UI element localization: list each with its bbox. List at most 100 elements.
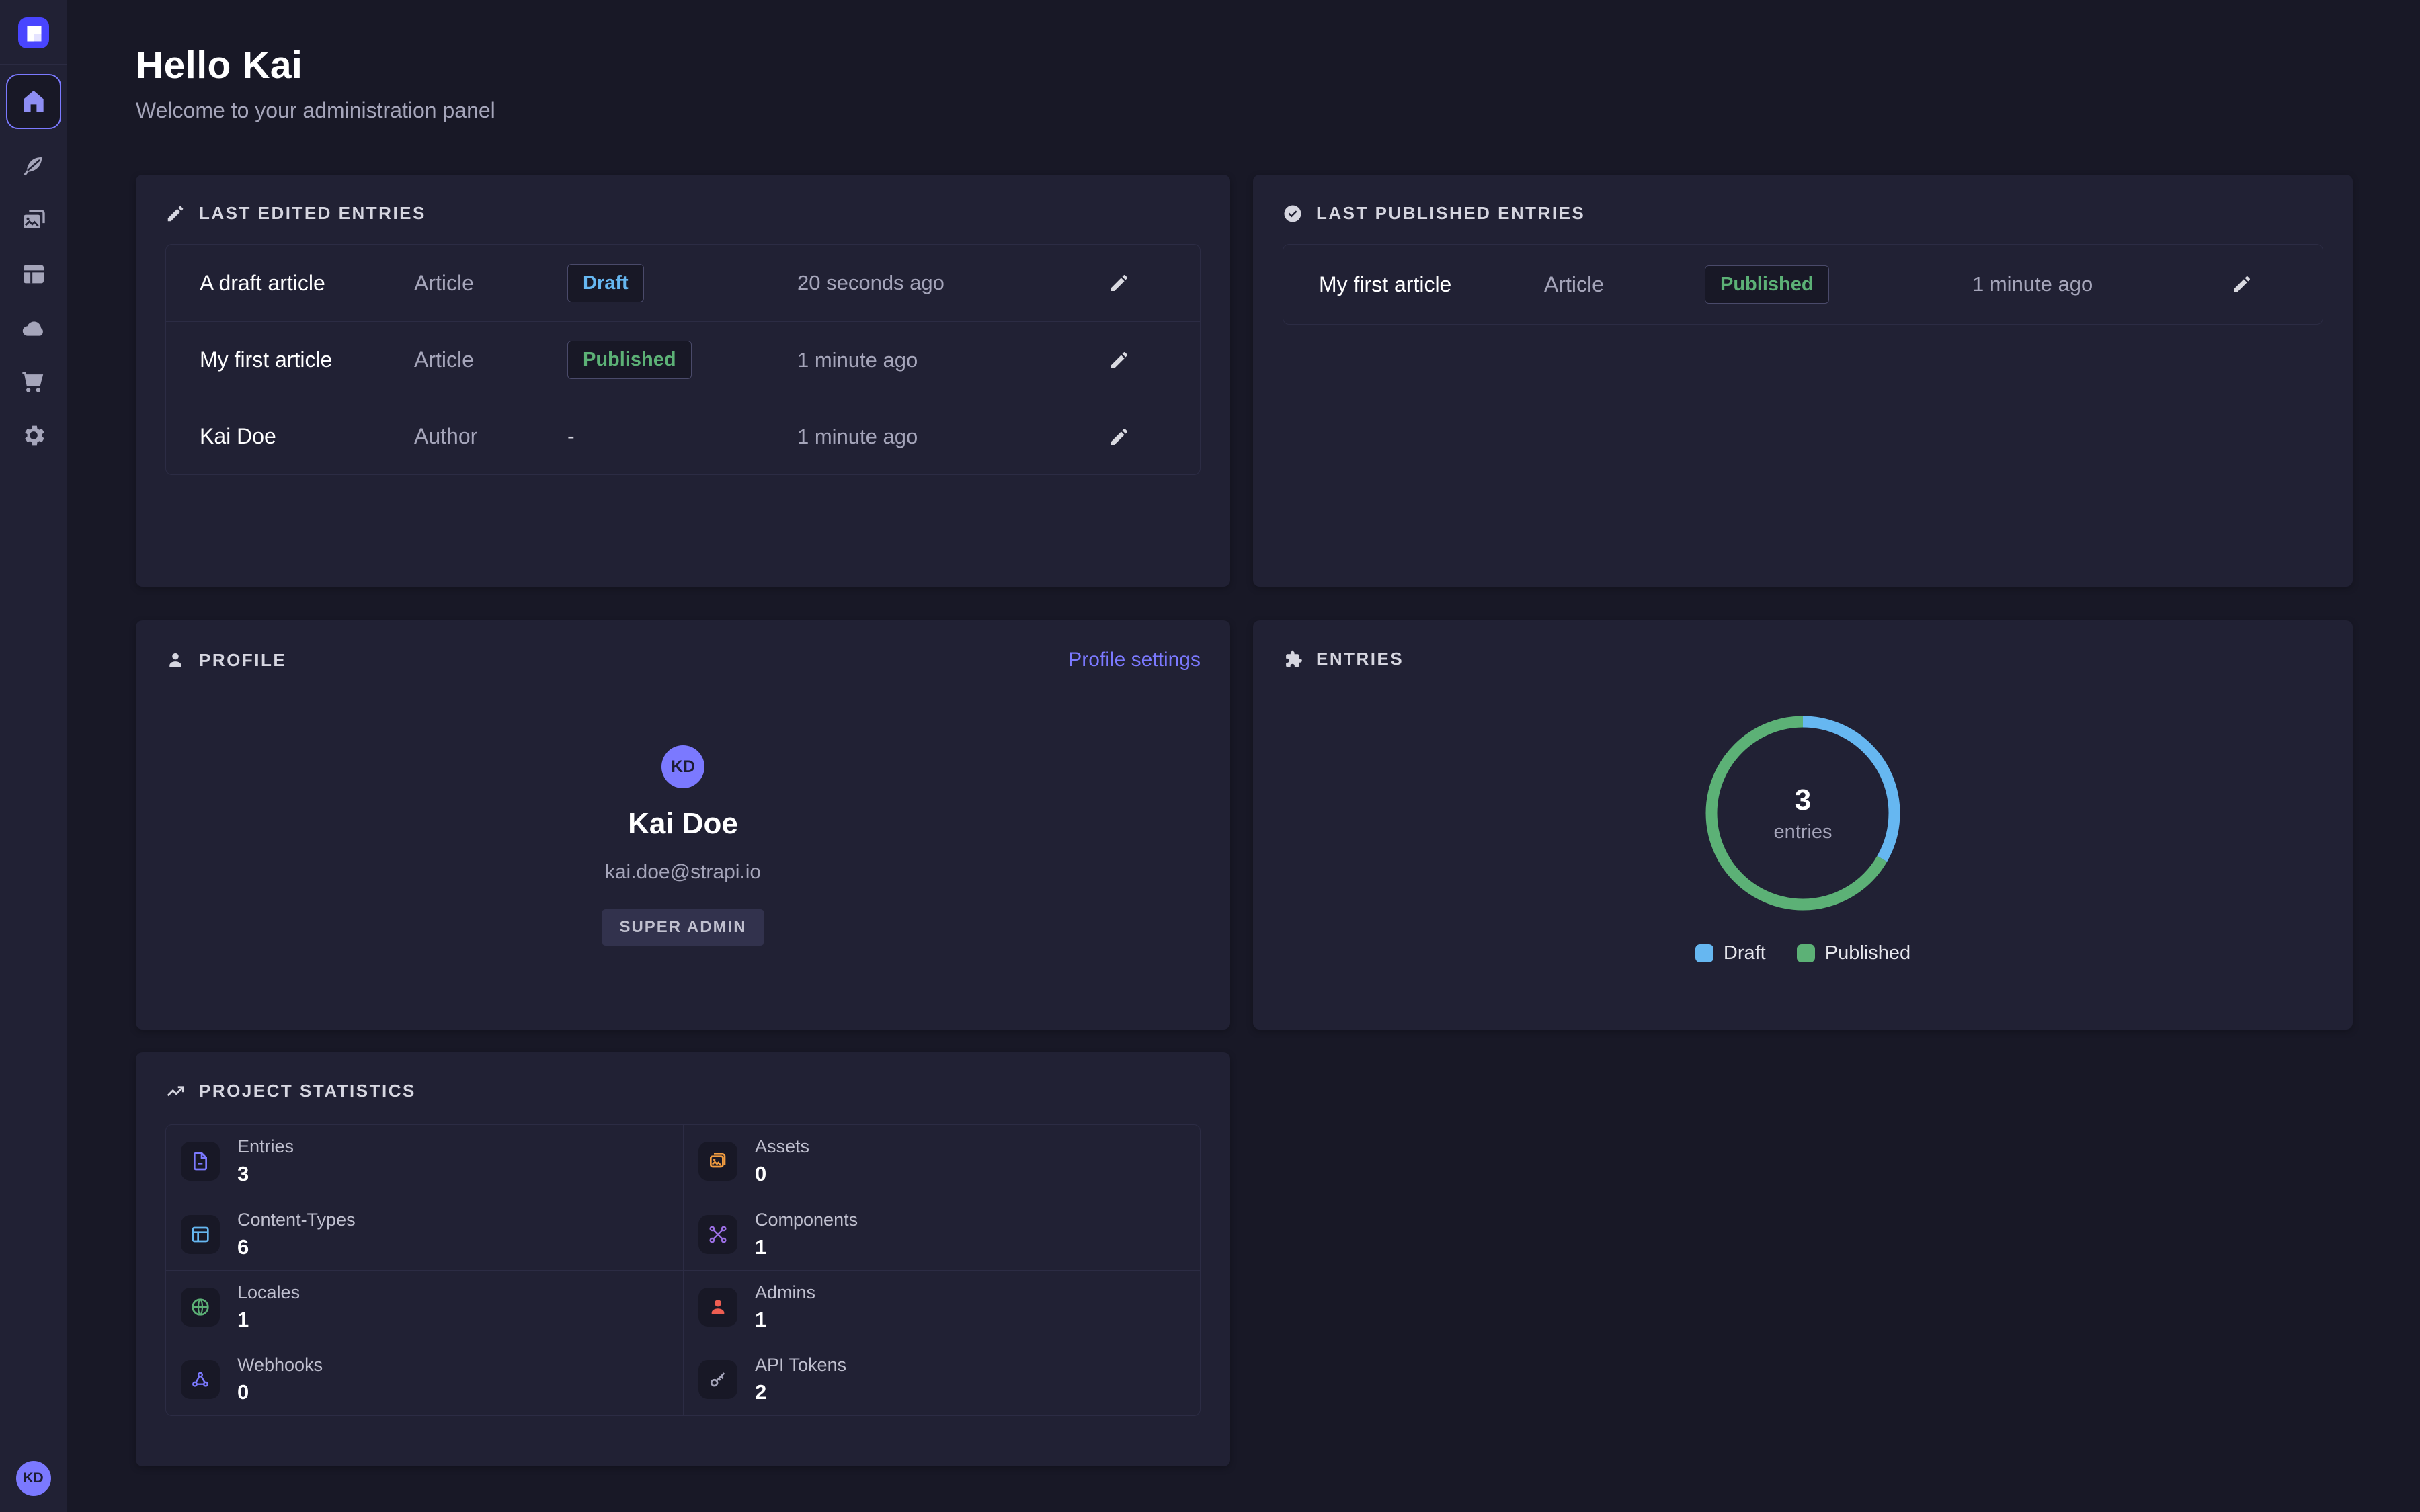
entries-donut-chart: 3 entries: [1702, 712, 1904, 914]
status-badge: Published: [567, 341, 692, 379]
entries-count-label: entries: [1773, 821, 1832, 843]
profile-card: PROFILE Profile settings KD Kai Doe kai.…: [136, 620, 1230, 1030]
stat-label: Webhooks: [237, 1355, 323, 1376]
main-content: Hello Kai Welcome to your administration…: [67, 0, 2420, 1512]
entry-name: A draft article: [200, 271, 414, 296]
edit-entry-button[interactable]: [1099, 417, 1139, 457]
stat-locales: Locales 1: [166, 1270, 683, 1343]
status-badge: Draft: [567, 264, 644, 302]
sidebar-item-settings[interactable]: [18, 420, 49, 451]
home-icon: [19, 87, 48, 116]
user-avatar[interactable]: KD: [16, 1461, 51, 1496]
cloud-icon: [20, 314, 47, 341]
globe-icon: [181, 1288, 220, 1327]
draft-swatch: [1695, 944, 1713, 962]
entry-type: Article: [414, 347, 567, 372]
edit-entry-button[interactable]: [1099, 263, 1139, 303]
card-title: PROJECT STATISTICS: [199, 1081, 416, 1101]
legend-label: Draft: [1724, 942, 1766, 964]
page-header: Hello Kai Welcome to your administration…: [67, 0, 2420, 123]
stat-entries: Entries 3: [166, 1125, 683, 1198]
sidebar-item-content-type-builder[interactable]: [18, 259, 49, 290]
entry-name: My first article: [1319, 272, 1544, 297]
stat-value: 1: [237, 1308, 300, 1332]
stat-components: Components 1: [683, 1198, 1200, 1270]
card-title: LAST PUBLISHED ENTRIES: [1316, 203, 1585, 224]
stat-admins: Admins 1: [683, 1270, 1200, 1343]
entries-card: ENTRIES 3 entries: [1253, 620, 2353, 1030]
card-header: ENTRIES: [1283, 648, 2323, 669]
stat-value: 3: [237, 1162, 294, 1186]
sidebar-item-marketplace[interactable]: [18, 366, 49, 397]
sidebar-nav: [6, 74, 61, 462]
image-icon: [698, 1142, 737, 1181]
sidebar-item-deploy[interactable]: [18, 312, 49, 343]
person-icon: [698, 1288, 737, 1327]
table-row: Kai Doe Author - 1 minute ago: [166, 398, 1200, 474]
pencil-icon: [1108, 426, 1130, 448]
profile-settings-link[interactable]: Profile settings: [1068, 648, 1201, 671]
stat-api-tokens: API Tokens 2: [683, 1343, 1200, 1415]
table-row: A draft article Article Draft 20 seconds…: [166, 245, 1200, 321]
stat-label: Components: [755, 1210, 858, 1230]
gear-icon: [20, 422, 47, 449]
last-edited-entries-card: LAST EDITED ENTRIES A draft article Arti…: [136, 175, 1230, 587]
entry-time: 1 minute ago: [797, 425, 1099, 449]
entry-name: My first article: [200, 347, 414, 372]
stat-webhooks: Webhooks 0: [166, 1343, 683, 1415]
role-badge: SUPER ADMIN: [602, 909, 764, 946]
legend-item-published: Published: [1797, 942, 1910, 964]
sidebar-item-home[interactable]: [6, 74, 61, 129]
stat-value: 2: [755, 1380, 846, 1404]
stat-value: 0: [755, 1162, 809, 1186]
strapi-admin-dashboard: KD Hello Kai Welcome to your administrat…: [0, 0, 2420, 1512]
entry-time: 1 minute ago: [797, 348, 1099, 372]
strapi-logo[interactable]: [18, 17, 49, 48]
card-header: PROJECT STATISTICS: [165, 1081, 1201, 1101]
project-statistics-card: PROJECT STATISTICS Entries 3: [136, 1052, 1230, 1466]
card-header: PROFILE Profile settings: [165, 648, 1201, 671]
last-published-entries-card: LAST PUBLISHED ENTRIES My first article …: [1253, 175, 2353, 587]
card-title: ENTRIES: [1316, 648, 1404, 669]
edit-entry-button[interactable]: [1099, 340, 1139, 380]
card-header: LAST EDITED ENTRIES: [165, 203, 1201, 224]
strapi-logo-glyph: [18, 17, 49, 48]
stat-label: Admins: [755, 1282, 815, 1303]
legend-item-draft: Draft: [1695, 942, 1766, 964]
pencil-icon: [165, 204, 186, 224]
last-published-table: My first article Article Published 1 min…: [1283, 244, 2323, 325]
sidebar-item-content-manager[interactable]: [18, 151, 49, 182]
stat-value: 1: [755, 1235, 858, 1259]
stat-value: 1: [755, 1308, 815, 1332]
avatar: KD: [661, 745, 704, 788]
components-icon: [698, 1215, 737, 1254]
edit-entry-button[interactable]: [2222, 264, 2262, 304]
stat-label: Content-Types: [237, 1210, 356, 1230]
pencil-icon: [2231, 274, 2253, 295]
profile-email: kai.doe@strapi.io: [605, 861, 761, 884]
media-library-icon: [20, 207, 47, 234]
chart-legend: Draft Published: [1695, 942, 1910, 964]
sidebar-item-media-library[interactable]: [18, 205, 49, 236]
page-title: Hello Kai: [136, 43, 2420, 87]
document-icon: [181, 1142, 220, 1181]
published-swatch: [1797, 944, 1815, 962]
profile-body: KD Kai Doe kai.doe@strapi.io SUPER ADMIN: [165, 671, 1201, 946]
status-empty: -: [567, 424, 797, 449]
sidebar-bottom: KD: [0, 1443, 67, 1512]
page-subtitle: Welcome to your administration panel: [136, 98, 2420, 123]
profile-name: Kai Doe: [628, 807, 738, 841]
pencil-icon: [1108, 272, 1130, 294]
layout-icon: [181, 1215, 220, 1254]
trending-up-icon: [165, 1081, 186, 1101]
last-edited-table: A draft article Article Draft 20 seconds…: [165, 244, 1201, 475]
table-row: My first article Article Published 1 min…: [1283, 245, 2323, 324]
entry-type: Author: [414, 424, 567, 449]
sidebar-divider: [0, 64, 67, 65]
entry-time: 1 minute ago: [1972, 272, 2222, 296]
stat-content-types: Content-Types 6: [166, 1198, 683, 1270]
entries-body: 3 entries Draft Published: [1283, 669, 2323, 964]
stat-label: Assets: [755, 1136, 809, 1157]
entry-name: Kai Doe: [200, 424, 414, 449]
table-row: My first article Article Published 1 min…: [166, 321, 1200, 398]
